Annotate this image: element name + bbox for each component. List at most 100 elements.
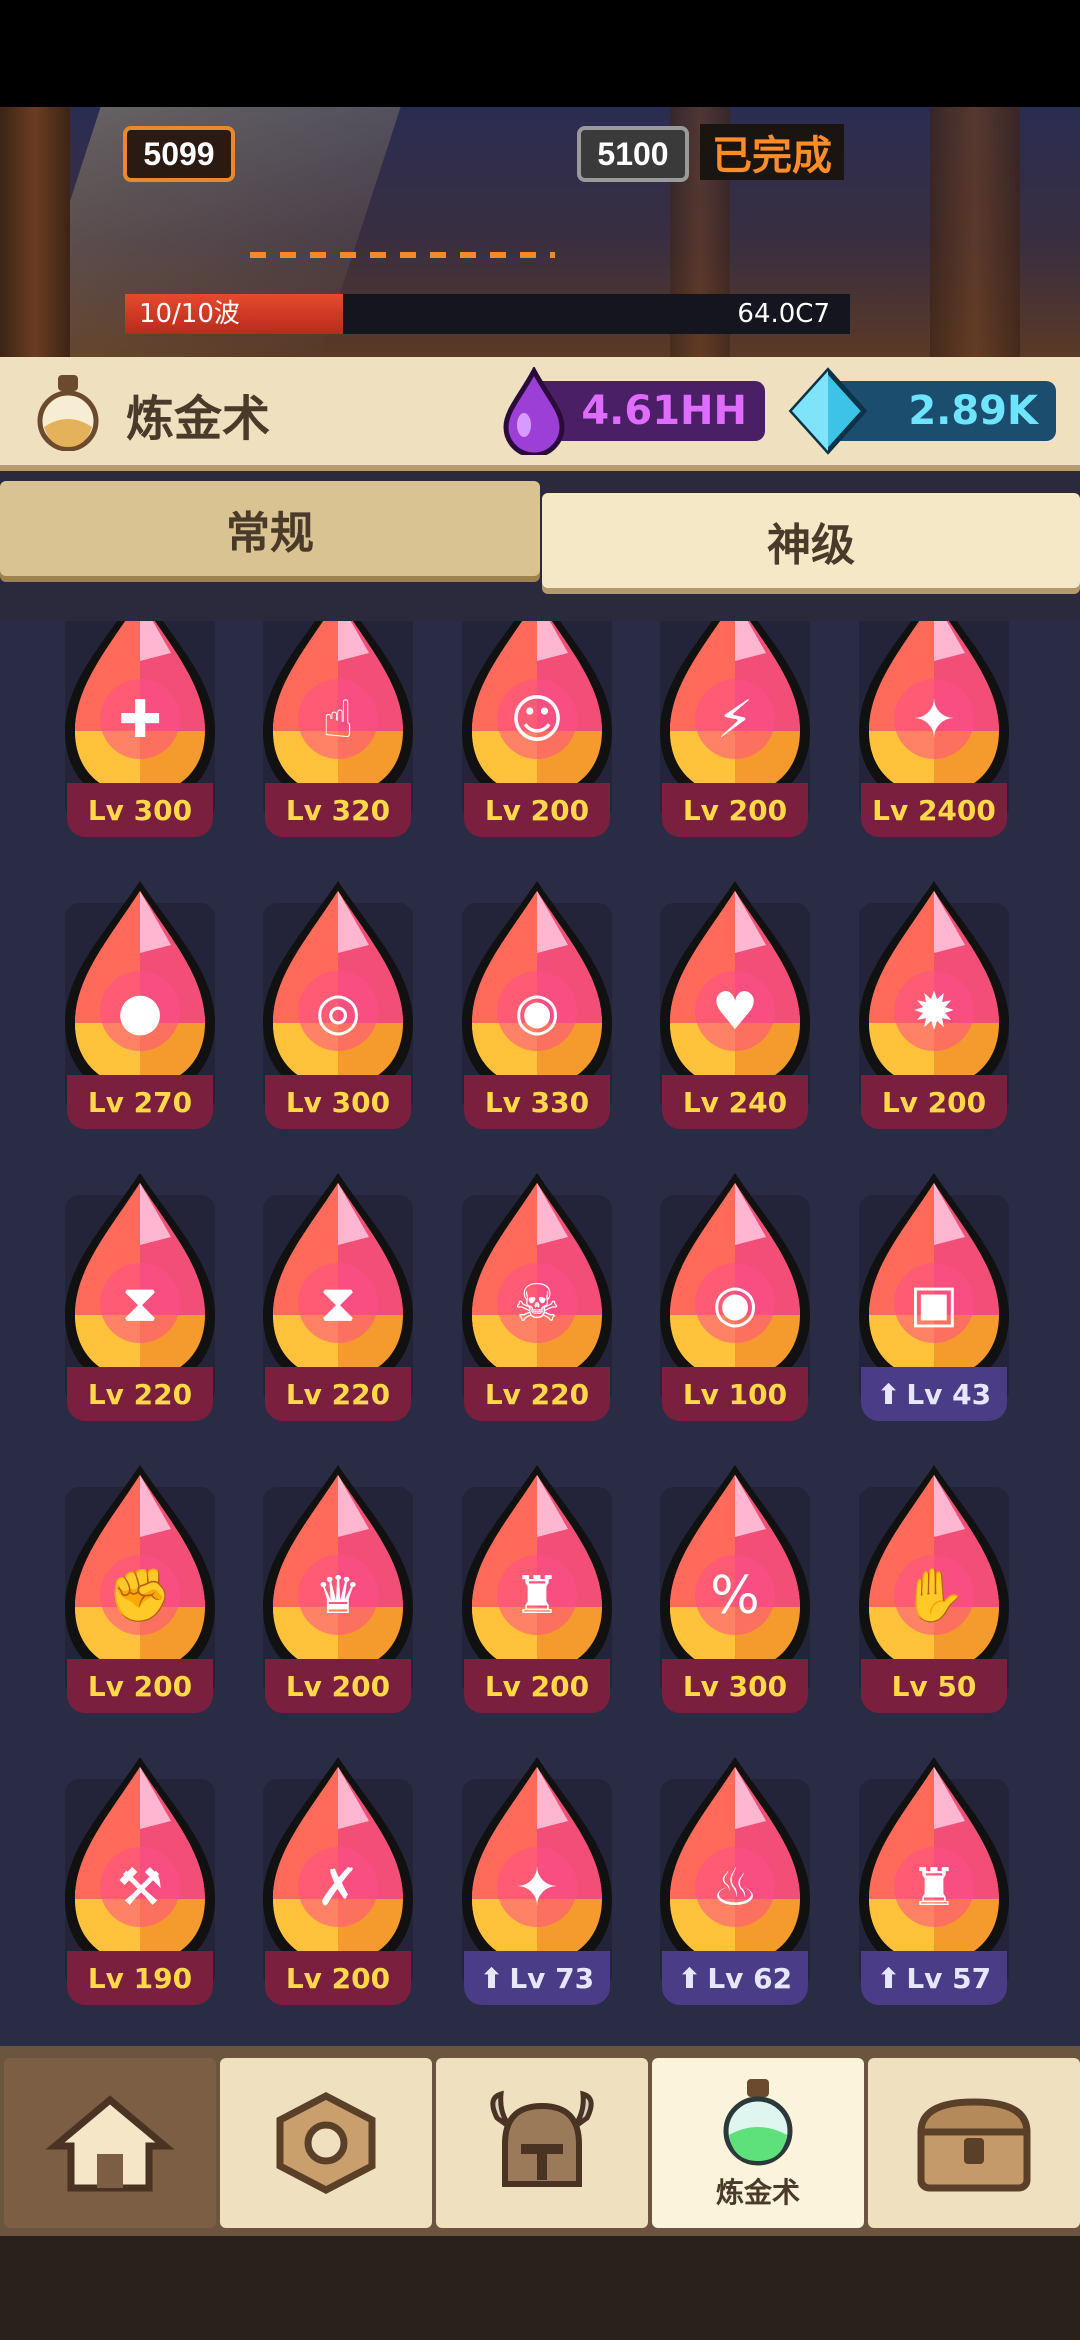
tab-divine[interactable]: 神级 (542, 493, 1080, 588)
nav-home-button[interactable] (4, 2058, 216, 2228)
potion-level-label: Lv 270 (67, 1075, 213, 1129)
potion-slot[interactable]: ♛ Lv 200 (253, 1457, 423, 1717)
tab-normal[interactable]: 常规 (0, 481, 540, 576)
potion-level-label: Lv 300 (265, 1075, 411, 1129)
svg-text:✦: ✦ (515, 1858, 559, 1918)
potion-flask-icon (723, 2079, 793, 2166)
potion-level-text: Lv 320 (285, 793, 391, 827)
svg-text:♛: ♛ (315, 1566, 362, 1626)
svg-text:⚒: ⚒ (117, 1858, 164, 1918)
svg-text:●: ● (117, 982, 162, 1042)
svg-text:✋: ✋ (902, 1565, 967, 1626)
potion-level-text: Lv 200 (682, 793, 788, 827)
potion-slot[interactable]: ✹ Lv 200 (849, 873, 1019, 1133)
potion-slot[interactable]: ♥ Lv 240 (650, 873, 820, 1133)
svg-text:▣: ▣ (909, 1274, 958, 1334)
stage-progress-dashes (250, 252, 555, 258)
potion-slot[interactable]: ⧗ Lv 220 (55, 1165, 225, 1425)
nav-heroes-button[interactable] (436, 2058, 648, 2228)
potion-level-text: Lv 2400 (872, 793, 996, 827)
system-navigation-bar (0, 2236, 1080, 2340)
stage-status-label: 已完成 (700, 124, 844, 180)
potion-level-label: Lv 2400 (861, 783, 1007, 837)
potion-slot[interactable]: ◉ Lv 100 (650, 1165, 820, 1425)
tree-trunk (0, 107, 70, 357)
potion-level-label: Lv 200 (67, 1659, 213, 1713)
potion-slot[interactable]: ✦ Lv 2400 (849, 621, 1019, 841)
gem-currency-value: 2.89K (908, 388, 1038, 434)
svg-text:%: % (710, 1566, 759, 1626)
page-title: 炼金术 (126, 391, 271, 447)
potion-level-label: ⬆ Lv 43 (861, 1367, 1007, 1421)
potion-level-text: Lv 100 (682, 1377, 788, 1411)
potion-level-label: Lv 200 (265, 1951, 411, 2005)
svg-text:♥: ♥ (712, 982, 759, 1042)
potion-slot[interactable]: ✦ ⬆ Lv 73 (452, 1749, 622, 2009)
potion-slot[interactable]: ✋ Lv 50 (849, 1457, 1019, 1717)
potion-level-label: Lv 100 (662, 1367, 808, 1421)
potion-level-text: Lv 300 (87, 793, 193, 827)
bottom-navigation: 炼金术 (0, 2046, 1080, 2236)
potion-level-text: Lv 300 (682, 1669, 788, 1703)
upgrade-arrow-icon: ⬆ (677, 1961, 702, 1995)
svg-text:⚡: ⚡ (717, 690, 754, 750)
potion-level-text: Lv 300 (285, 1085, 391, 1119)
potion-slot[interactable]: ☺ Lv 200 (452, 621, 622, 841)
potion-level-text: Lv 200 (285, 1669, 391, 1703)
potion-slot[interactable]: ◉ Lv 330 (452, 873, 622, 1133)
potion-level-label: Lv 190 (67, 1951, 213, 2005)
svg-text:♜: ♜ (911, 1858, 958, 1918)
status-bar (0, 0, 1080, 107)
potion-level-label: Lv 330 (464, 1075, 610, 1129)
potion-slot[interactable]: ✚ Lv 300 (55, 621, 225, 841)
potion-slot[interactable]: ⚡ Lv 200 (650, 621, 820, 841)
potion-slot[interactable]: ✗ Lv 200 (253, 1749, 423, 2009)
potion-level-text: Lv 57 (906, 1961, 992, 1995)
potion-level-label: ⬆ Lv 73 (464, 1951, 610, 2005)
potion-slot[interactable]: ◎ Lv 300 (253, 873, 423, 1133)
potion-grid: ✚ Lv 300 ☝ Lv 320 ☺ Lv 200 ⚡ Lv 200 ✦ Lv 2400 ● Lv … (0, 621, 1080, 2046)
nav-chest-button[interactable] (868, 2058, 1080, 2228)
nav-alchemy-button[interactable]: 炼金术 (652, 2058, 864, 2228)
potion-slot[interactable]: ▣ ⬆ Lv 43 (849, 1165, 1019, 1425)
potion-level-label: Lv 220 (265, 1367, 411, 1421)
potion-slot[interactable]: ✊ Lv 200 (55, 1457, 225, 1717)
diamond-gem-icon (788, 367, 868, 455)
svg-text:✊: ✊ (108, 1566, 173, 1626)
purple-drop-icon (503, 367, 565, 455)
potion-slot[interactable]: ☠ Lv 220 (452, 1165, 622, 1425)
potion-level-label: Lv 300 (662, 1659, 808, 1713)
potion-level-label: Lv 200 (662, 783, 808, 837)
potion-slot[interactable]: ⚒ Lv 190 (55, 1749, 225, 2009)
potion-level-label: ⬆ Lv 57 (861, 1951, 1007, 2005)
potion-slot[interactable]: ⧗ Lv 220 (253, 1165, 423, 1425)
potion-level-label: Lv 50 (861, 1659, 1007, 1713)
potion-slot[interactable]: ♜ ⬆ Lv 57 (849, 1749, 1019, 2009)
wave-progress-bar: 10/10波 64.0C7 (125, 294, 850, 334)
potion-level-label: Lv 200 (861, 1075, 1007, 1129)
potion-level-text: Lv 240 (682, 1085, 788, 1119)
svg-text:♨: ♨ (712, 1858, 759, 1918)
purple-currency-value: 4.61HH (581, 388, 747, 434)
potion-slot[interactable]: ☝ Lv 320 (253, 621, 423, 841)
home-icon (45, 2095, 175, 2192)
upgrade-arrow-icon: ⬆ (876, 1377, 901, 1411)
svg-text:⧗: ⧗ (320, 1274, 357, 1334)
potion-level-label: Lv 200 (265, 1659, 411, 1713)
potion-slot[interactable]: ♜ Lv 200 (452, 1457, 622, 1717)
wave-count-label: 10/10波 (139, 299, 240, 329)
tree-trunk (930, 107, 1020, 357)
alchemy-header: 炼金术 4.61HH 2.89K (0, 357, 1080, 471)
potion-slot[interactable]: % Lv 300 (650, 1457, 820, 1717)
upgrade-arrow-icon: ⬆ (876, 1961, 901, 1995)
potion-level-label: Lv 220 (464, 1367, 610, 1421)
svg-text:☝: ☝ (322, 690, 354, 750)
potion-level-text: Lv 43 (906, 1377, 992, 1411)
next-stage-badge: 5100 (577, 126, 689, 182)
potion-slot[interactable]: ● Lv 270 (55, 873, 225, 1133)
nav-upgrade-button[interactable] (220, 2058, 432, 2228)
potion-level-text: Lv 200 (881, 1085, 987, 1119)
potion-level-text: Lv 220 (484, 1377, 590, 1411)
potion-slot[interactable]: ♨ ⬆ Lv 62 (650, 1749, 820, 2009)
potion-level-text: Lv 200 (285, 1961, 391, 1995)
